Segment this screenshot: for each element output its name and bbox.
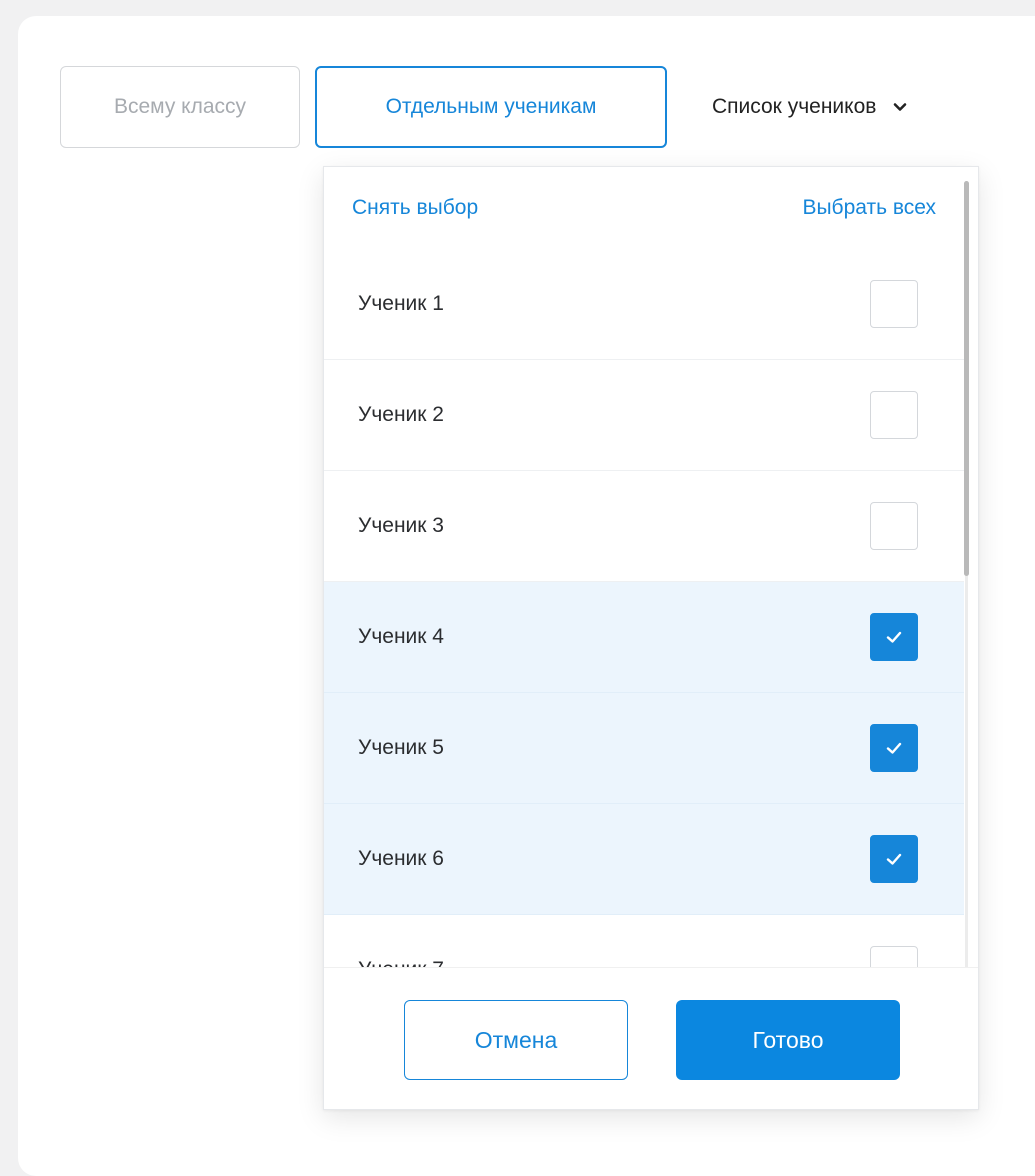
done-button[interactable]: Готово — [676, 1000, 900, 1080]
student-label: Ученик 4 — [358, 625, 444, 648]
dropdown-actions: Снять выбор Выбрать всех — [324, 167, 964, 249]
scroll-thumb[interactable] — [964, 181, 969, 576]
cancel-button[interactable]: Отмена — [404, 1000, 628, 1080]
chevron-down-icon — [892, 101, 908, 113]
student-list-label: Список учеников — [712, 95, 877, 118]
student-label: Ученик 7 — [358, 958, 444, 967]
student-checkbox[interactable] — [870, 613, 918, 661]
individual-students-button[interactable]: Отдельным ученикам — [315, 66, 667, 148]
student-row[interactable]: Ученик 6 — [324, 804, 964, 915]
student-list-toggle[interactable]: Список учеников — [712, 66, 992, 148]
student-row[interactable]: Ученик 2 — [324, 360, 964, 471]
student-row[interactable]: Ученик 7 — [324, 915, 964, 967]
checkmark-icon — [886, 631, 902, 643]
student-row[interactable]: Ученик 1 — [324, 249, 964, 360]
scrollbar[interactable] — [964, 181, 978, 971]
student-checkbox[interactable] — [870, 280, 918, 328]
student-rows: Ученик 1 Ученик 2 Ученик 3 Ученик 4 Ученик 5… — [324, 249, 964, 967]
student-label: Ученик 5 — [358, 736, 444, 759]
student-checkbox[interactable] — [870, 946, 918, 967]
student-dropdown: Снять выбор Выбрать всех Ученик 1 Ученик … — [323, 166, 979, 1110]
checkmark-icon — [886, 853, 902, 865]
select-all-link[interactable]: Выбрать всех — [802, 196, 936, 220]
student-checkbox[interactable] — [870, 724, 918, 772]
student-label: Ученик 2 — [358, 403, 444, 426]
student-row[interactable]: Ученик 4 — [324, 582, 964, 693]
student-label: Ученик 1 — [358, 292, 444, 315]
student-row[interactable]: Ученик 5 — [324, 693, 964, 804]
dropdown-footer: Отмена Готово — [324, 967, 978, 1109]
student-checkbox[interactable] — [870, 391, 918, 439]
student-checkbox[interactable] — [870, 835, 918, 883]
student-label: Ученик 3 — [358, 514, 444, 537]
student-row[interactable]: Ученик 3 — [324, 471, 964, 582]
student-checkbox[interactable] — [870, 502, 918, 550]
student-list: Ученик 1 Ученик 2 Ученик 3 Ученик 4 Ученик 5… — [324, 249, 964, 967]
checkmark-icon — [886, 742, 902, 754]
student-label: Ученик 6 — [358, 847, 444, 870]
whole-class-button[interactable]: Всему классу — [60, 66, 300, 148]
deselect-link[interactable]: Снять выбор — [352, 196, 478, 220]
